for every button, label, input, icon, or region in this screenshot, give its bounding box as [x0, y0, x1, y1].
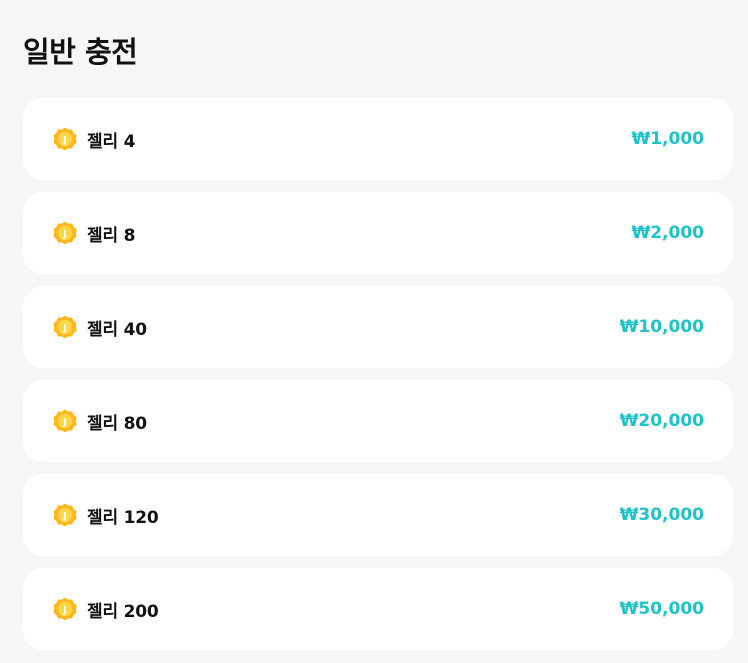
product-price: ₩2,000 [631, 223, 704, 243]
product-name: 젤리 4 [87, 131, 136, 152]
product-name: 젤리 8 [87, 225, 136, 246]
jelly-coin-icon: J [53, 315, 77, 339]
product-name: 젤리 80 [87, 413, 147, 434]
product-item[interactable]: J 젤리 80 ₩20,000 [23, 380, 733, 462]
product-item[interactable]: J 젤리 8 ₩2,000 [23, 192, 733, 274]
product-price: ₩50,000 [619, 599, 704, 619]
product-price: ₩10,000 [619, 317, 704, 337]
product-item[interactable]: J 젤리 120 ₩30,000 [23, 474, 733, 556]
jelly-coin-icon: J [53, 503, 77, 527]
jelly-coin-icon: J [53, 127, 77, 151]
jelly-coin-icon: J [53, 221, 77, 245]
product-info: J 젤리 4 [52, 126, 135, 152]
svg-text:J: J [62, 135, 67, 146]
product-item[interactable]: J 젤리 200 ₩50,000 [23, 568, 733, 650]
product-price: ₩20,000 [619, 411, 704, 431]
product-info: J 젤리 80 [52, 408, 147, 434]
svg-text:J: J [62, 511, 67, 522]
product-price: ₩1,000 [631, 129, 704, 149]
svg-text:J: J [62, 229, 67, 240]
jelly-coin-icon: J [53, 409, 77, 433]
product-info: J 젤리 8 [52, 220, 135, 246]
product-price: ₩30,000 [619, 505, 704, 525]
product-info: J 젤리 200 [52, 596, 159, 622]
jelly-coin-icon: J [53, 597, 77, 621]
charge-page: 일반 충전 J 젤리 4 ₩1,000 J 젤리 8 ₩2,000 J 젤리 4… [0, 0, 748, 663]
product-item[interactable]: J 젤리 40 ₩10,000 [23, 286, 733, 368]
svg-text:J: J [62, 323, 67, 334]
svg-text:J: J [62, 605, 67, 616]
product-name: 젤리 120 [87, 507, 159, 528]
product-info: J 젤리 40 [52, 314, 147, 340]
product-info: J 젤리 120 [52, 502, 159, 528]
svg-text:J: J [62, 417, 67, 428]
product-list: J 젤리 4 ₩1,000 J 젤리 8 ₩2,000 J 젤리 40 ₩10,… [23, 98, 733, 650]
product-item[interactable]: J 젤리 4 ₩1,000 [23, 98, 733, 180]
product-name: 젤리 40 [87, 319, 147, 340]
section-title: 일반 충전 [23, 35, 138, 69]
product-name: 젤리 200 [87, 601, 159, 622]
